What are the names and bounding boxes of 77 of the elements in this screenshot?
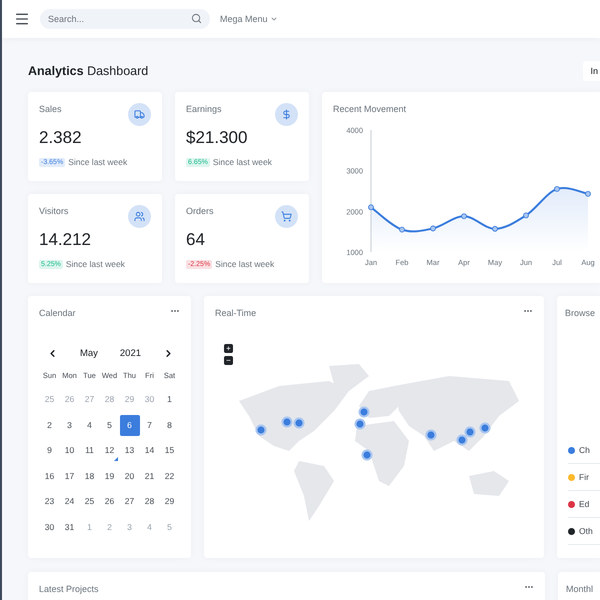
calendar-day[interactable]: 7	[140, 414, 160, 436]
card-title: Calendar	[39, 308, 76, 318]
stat-value: $21.300	[186, 128, 248, 148]
legend-label: Ed	[579, 499, 590, 509]
calendar-day[interactable]: 18	[80, 466, 100, 487]
calendar-day[interactable]: 29	[160, 491, 180, 512]
calendar-day[interactable]: 13	[120, 440, 140, 462]
data-point	[461, 213, 467, 220]
calendar-day[interactable]: 15	[160, 440, 180, 462]
stat-value: 14.212	[39, 230, 92, 250]
stat-title: Sales	[39, 104, 62, 114]
data-point	[399, 226, 405, 233]
calendar-day[interactable]: 3	[60, 414, 80, 436]
calendar-day[interactable]: 6	[120, 414, 140, 436]
card-title: Monthl	[566, 584, 594, 594]
stat-title: Visitors	[39, 206, 68, 216]
calendar-day[interactable]: 9	[40, 440, 60, 462]
users-icon	[128, 205, 151, 228]
calendar-day[interactable]: 2	[40, 414, 60, 436]
calendar-day[interactable]: 17	[60, 466, 80, 487]
calendar-day[interactable]: 11	[80, 440, 100, 462]
change-note: Since last week	[215, 259, 274, 269]
change-note: Since last week	[68, 157, 128, 167]
legend-label: Ch	[579, 445, 590, 455]
zoom-out-button[interactable]: −	[224, 356, 233, 365]
legend-label: Fir	[579, 472, 589, 482]
calendar-day[interactable]: 30	[40, 516, 60, 538]
change-note: Since last week	[212, 157, 272, 167]
calendar-day[interactable]: 5	[100, 414, 120, 436]
search-icon[interactable]	[191, 13, 202, 24]
card-title: Browse	[565, 308, 596, 318]
calendar-day[interactable]: 22	[160, 466, 180, 487]
calendar-day[interactable]: 21	[140, 466, 160, 487]
calendar-month[interactable]: May	[80, 348, 98, 359]
calendar-day[interactable]: 1	[160, 389, 180, 410]
data-point	[430, 226, 436, 232]
calendar-day[interactable]: 31	[60, 516, 80, 538]
calendar-day[interactable]: 14	[140, 440, 160, 462]
mega-menu-link[interactable]: Mega Menu	[220, 14, 278, 24]
card-title: Latest Projects	[39, 584, 99, 594]
calendar-day[interactable]: 24	[60, 491, 80, 512]
card-title: Recent Movement	[333, 104, 406, 114]
zoom-in-button[interactable]: +	[224, 344, 233, 353]
chevron-down-icon	[270, 15, 278, 23]
calendar-day[interactable]: 25	[80, 491, 100, 512]
cart-icon	[275, 205, 298, 228]
calendar-day[interactable]: 8	[160, 414, 180, 436]
calendar-day[interactable]: 10	[60, 440, 80, 462]
calendar-day[interactable]: 19	[100, 466, 120, 487]
calendar-year[interactable]: 2021	[120, 348, 142, 359]
page-title: Analytics Dashboard	[28, 64, 148, 78]
data-point	[492, 226, 498, 232]
action-button[interactable]: In	[583, 61, 600, 81]
calendar-day[interactable]: 20	[120, 466, 140, 487]
truck-icon	[128, 103, 151, 126]
dollar-icon	[275, 103, 298, 126]
calendar-day[interactable]: 28	[140, 491, 160, 512]
stat-title: Orders	[186, 206, 214, 216]
search-field[interactable]: Search...	[40, 9, 210, 29]
stat-value: 64	[186, 230, 206, 250]
calendar-day[interactable]: 27	[120, 491, 140, 512]
data-point	[554, 186, 560, 192]
stat-value: 2.382	[39, 128, 83, 148]
calendar-day[interactable]: 23	[40, 491, 60, 512]
data-point	[523, 212, 529, 218]
data-point	[368, 204, 374, 210]
card-title: Real-Time	[215, 308, 256, 318]
calendar-day[interactable]: 12	[100, 440, 120, 462]
calendar-day[interactable]: 4	[80, 414, 100, 436]
change-note: Since last week	[66, 259, 125, 269]
stat-title: Earnings	[186, 104, 222, 114]
legend-label: Oth	[579, 526, 593, 536]
event-marker-icon	[114, 456, 118, 460]
calendar-day[interactable]: 16	[40, 466, 60, 487]
calendar-day[interactable]: 26	[100, 491, 120, 512]
menu-icon[interactable]	[14, 11, 30, 27]
data-point	[585, 190, 591, 197]
